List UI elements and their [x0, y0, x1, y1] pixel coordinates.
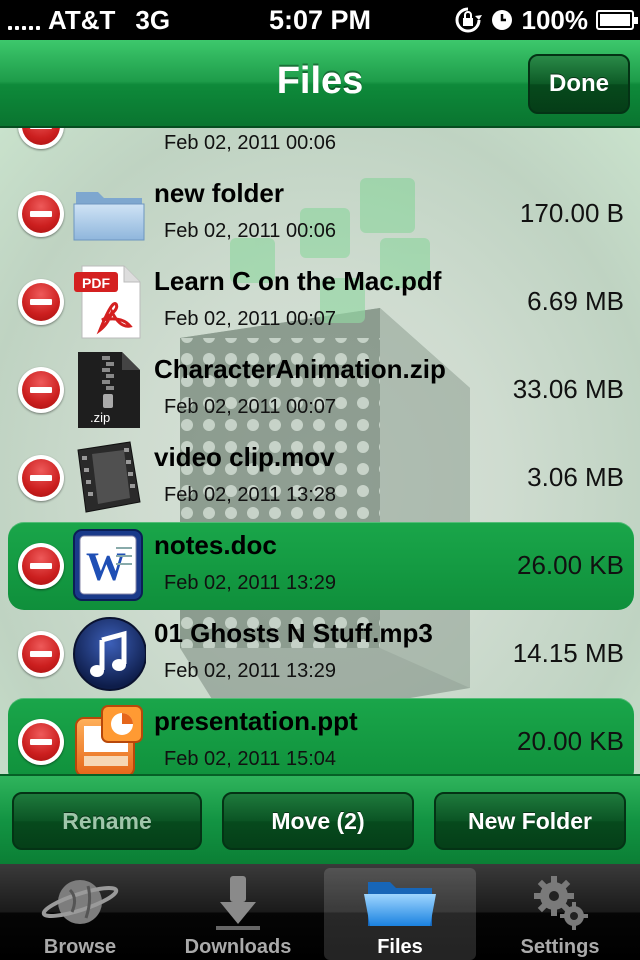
- tab-bar: Browse Downloads Files Settings: [0, 864, 640, 960]
- tab-label: Browse: [43, 936, 117, 958]
- file-row[interactable]: presentation.ppt Feb 02, 2011 15:04 20.00 …: [0, 698, 640, 774]
- svg-text:.zip: .zip: [90, 410, 110, 425]
- music-file-icon: [72, 616, 147, 692]
- file-date: Feb 02, 2011 13:29: [164, 572, 336, 594]
- svg-text:W: W: [86, 544, 126, 589]
- pictures-icon: [72, 128, 146, 164]
- zip-file-icon: .zip: [72, 352, 146, 428]
- tab-label: Files: [377, 936, 423, 958]
- word-doc-icon: W: [72, 528, 146, 604]
- file-size: 20.00 KB: [517, 726, 624, 756]
- file-list[interactable]: Feb 02, 2011 00:06 new folder Feb 02, 2011…: [0, 128, 640, 774]
- file-name: video clip.mov: [154, 442, 335, 472]
- status-right: 100%: [454, 4, 638, 36]
- new-folder-button[interactable]: New Folder: [434, 792, 626, 850]
- done-button[interactable]: Done: [528, 54, 630, 114]
- delete-circle-icon[interactable]: [18, 631, 64, 677]
- delete-circle-icon[interactable]: [18, 128, 64, 149]
- file-row[interactable]: Wnotes.doc Feb 02, 2011 13:29 26.00 KB: [0, 522, 640, 610]
- file-name: new folder: [154, 178, 285, 208]
- alarm-clock-icon: [491, 10, 512, 30]
- pdf-file-icon: PDF: [72, 264, 146, 340]
- file-size: 14.15 MB: [512, 638, 624, 668]
- move-button[interactable]: Move (2): [222, 792, 414, 850]
- tab-files[interactable]: Files: [324, 868, 476, 960]
- file-row[interactable]: .zip CharacterAnimation.zip Feb 02, 2011 0…: [0, 346, 640, 434]
- file-name: CharacterAnimation.zip: [154, 354, 446, 384]
- file-size: 170.00 B: [519, 198, 624, 228]
- svg-text:PDF: PDF: [82, 275, 110, 291]
- file-date: Feb 02, 2011 13:29: [164, 660, 336, 682]
- file-date: Feb 02, 2011 00:06: [164, 132, 336, 154]
- file-row[interactable]: video clip.mov Feb 02, 2011 13:28 3.06 MB: [0, 434, 640, 522]
- delete-circle-icon[interactable]: [18, 455, 64, 501]
- file-name: Learn C on the Mac.pdf: [154, 266, 442, 296]
- tab-settings[interactable]: Settings: [484, 868, 636, 960]
- delete-circle-icon[interactable]: [18, 719, 64, 765]
- navigation-bar: Files Done: [0, 40, 640, 128]
- folder-icon: [364, 882, 436, 926]
- gear-icon: [534, 876, 588, 930]
- download-arrow-icon: [216, 876, 260, 930]
- action-toolbar: Rename Move (2) New Folder: [0, 774, 640, 864]
- battery-level: [600, 14, 630, 26]
- delete-circle-icon[interactable]: [18, 367, 64, 413]
- tab-browse[interactable]: Browse: [4, 868, 156, 960]
- file-date: Feb 02, 2011 00:06: [164, 220, 336, 242]
- video-file-icon: [72, 440, 146, 516]
- battery-icon: [596, 10, 638, 30]
- delete-circle-icon[interactable]: [18, 543, 64, 589]
- delete-circle-icon[interactable]: [18, 191, 64, 237]
- file-date: Feb 02, 2011 13:28: [164, 484, 336, 506]
- tab-label: Downloads: [184, 936, 292, 958]
- file-row[interactable]: Feb 02, 2011 00:06: [0, 128, 640, 170]
- file-name: 01 Ghosts N Stuff.mp3: [154, 618, 433, 648]
- delete-circle-icon[interactable]: [18, 279, 64, 325]
- file-date: Feb 02, 2011 15:04: [164, 748, 336, 770]
- file-name: notes.doc: [154, 530, 277, 560]
- folder-icon: [72, 176, 146, 252]
- file-row[interactable]: 01 Ghosts N Stuff.mp3 Feb 02, 2011 13:29 1…: [0, 610, 640, 698]
- rotation-lock-icon: [455, 7, 482, 33]
- file-size: 3.06 MB: [527, 462, 624, 492]
- file-row[interactable]: PDF Learn C on the Mac.pdf Feb 02, 2011 00…: [0, 258, 640, 346]
- battery-percentage: 100%: [521, 4, 589, 35]
- rename-button[interactable]: Rename: [12, 792, 202, 850]
- tab-label: Settings: [520, 936, 600, 958]
- file-date: Feb 02, 2011 00:07: [164, 396, 336, 418]
- file-row[interactable]: new folder Feb 02, 2011 00:06 170.00 B: [0, 170, 640, 258]
- powerpoint-icon: [72, 704, 146, 774]
- file-size: 26.00 KB: [517, 550, 624, 580]
- file-size: 33.06 MB: [512, 374, 624, 404]
- globe-icon: [41, 880, 119, 924]
- file-date: Feb 02, 2011 00:07: [164, 308, 336, 330]
- tab-downloads[interactable]: Downloads: [162, 868, 314, 960]
- status-bar: AT&T 3G 5:07 PM 100%: [0, 0, 640, 40]
- file-name: presentation.ppt: [154, 706, 358, 736]
- file-size: 6.69 MB: [527, 286, 624, 316]
